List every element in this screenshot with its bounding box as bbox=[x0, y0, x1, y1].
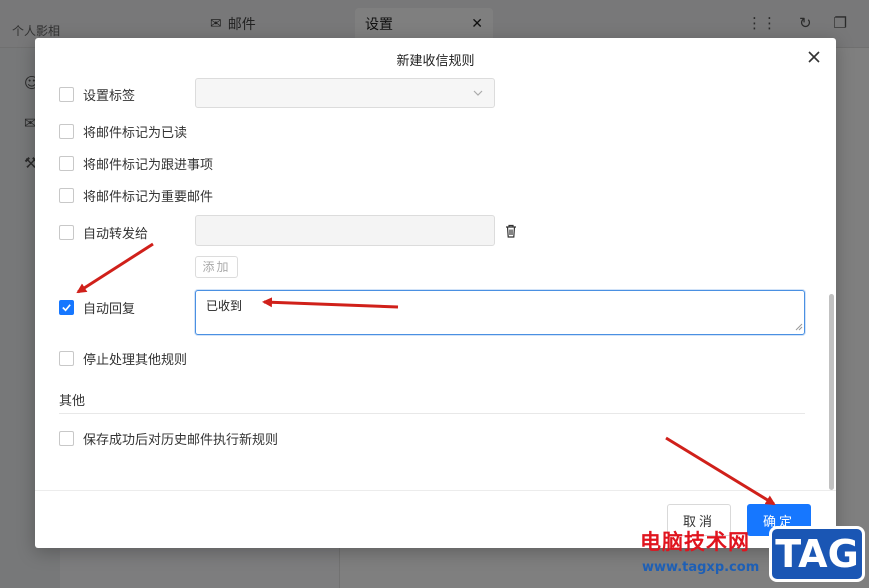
section-other-heading: 其他 bbox=[59, 394, 86, 409]
watermark-site-name: 电脑技术网 bbox=[640, 530, 750, 554]
forward-address-input[interactable] bbox=[195, 215, 495, 246]
watermark-url: www.tagxp.com bbox=[642, 560, 760, 575]
mark-read-label: 将邮件标记为已读 bbox=[83, 126, 188, 141]
trash-icon[interactable] bbox=[503, 223, 519, 239]
option-mark-followup[interactable]: 将邮件标记为跟进事项 bbox=[59, 154, 213, 173]
stop-rules-label: 停止处理其他规则 bbox=[83, 353, 188, 368]
auto-forward-checkbox[interactable] bbox=[59, 225, 74, 240]
auto-reply-label: 自动回复 bbox=[83, 302, 136, 317]
close-icon[interactable] bbox=[806, 49, 822, 65]
tag-select[interactable] bbox=[195, 78, 495, 108]
mark-followup-label: 将邮件标记为跟进事项 bbox=[83, 158, 214, 173]
site-watermark: 电脑技术网 www.tagxp.com TAG bbox=[636, 524, 869, 588]
check-icon bbox=[62, 304, 71, 312]
mark-followup-checkbox[interactable] bbox=[59, 156, 74, 171]
set-tag-label: 设置标签 bbox=[83, 89, 136, 104]
option-mark-read[interactable]: 将邮件标记为已读 bbox=[59, 122, 187, 141]
mark-important-label: 将邮件标记为重要邮件 bbox=[83, 190, 214, 205]
option-set-tag[interactable]: 设置标签 bbox=[59, 85, 135, 104]
section-divider bbox=[59, 413, 805, 414]
apply-history-checkbox[interactable] bbox=[59, 431, 74, 446]
chevron-down-icon bbox=[473, 90, 483, 96]
stop-rules-checkbox[interactable] bbox=[59, 351, 74, 366]
watermark-tag-logo: TAG bbox=[769, 526, 865, 582]
scrollbar-thumb[interactable] bbox=[829, 294, 834, 490]
auto-forward-label: 自动转发给 bbox=[83, 227, 149, 242]
footer-divider bbox=[35, 490, 836, 491]
option-stop-rules[interactable]: 停止处理其他规则 bbox=[59, 349, 187, 368]
apply-history-label: 保存成功后对历史邮件执行新规则 bbox=[83, 433, 279, 448]
resize-grip-icon[interactable] bbox=[795, 323, 803, 331]
dialog-header: 新建收信规则 bbox=[35, 38, 836, 78]
option-auto-reply[interactable]: 自动回复 bbox=[59, 298, 135, 317]
mark-important-checkbox[interactable] bbox=[59, 188, 74, 203]
new-rule-dialog: 新建收信规则 设置标签 将邮件标记为已读 将邮件标记为跟进事项 将邮件标记为重要… bbox=[35, 38, 836, 548]
option-mark-important[interactable]: 将邮件标记为重要邮件 bbox=[59, 186, 213, 205]
auto-reply-checkbox[interactable] bbox=[59, 300, 74, 315]
option-auto-forward[interactable]: 自动转发给 bbox=[59, 223, 148, 242]
add-forward-button[interactable]: 添加 bbox=[195, 256, 238, 278]
set-tag-checkbox[interactable] bbox=[59, 87, 74, 102]
mark-read-checkbox[interactable] bbox=[59, 124, 74, 139]
auto-reply-textarea[interactable]: 已收到 bbox=[195, 290, 805, 335]
option-apply-history[interactable]: 保存成功后对历史邮件执行新规则 bbox=[59, 429, 278, 448]
dialog-title: 新建收信规则 bbox=[396, 54, 475, 69]
